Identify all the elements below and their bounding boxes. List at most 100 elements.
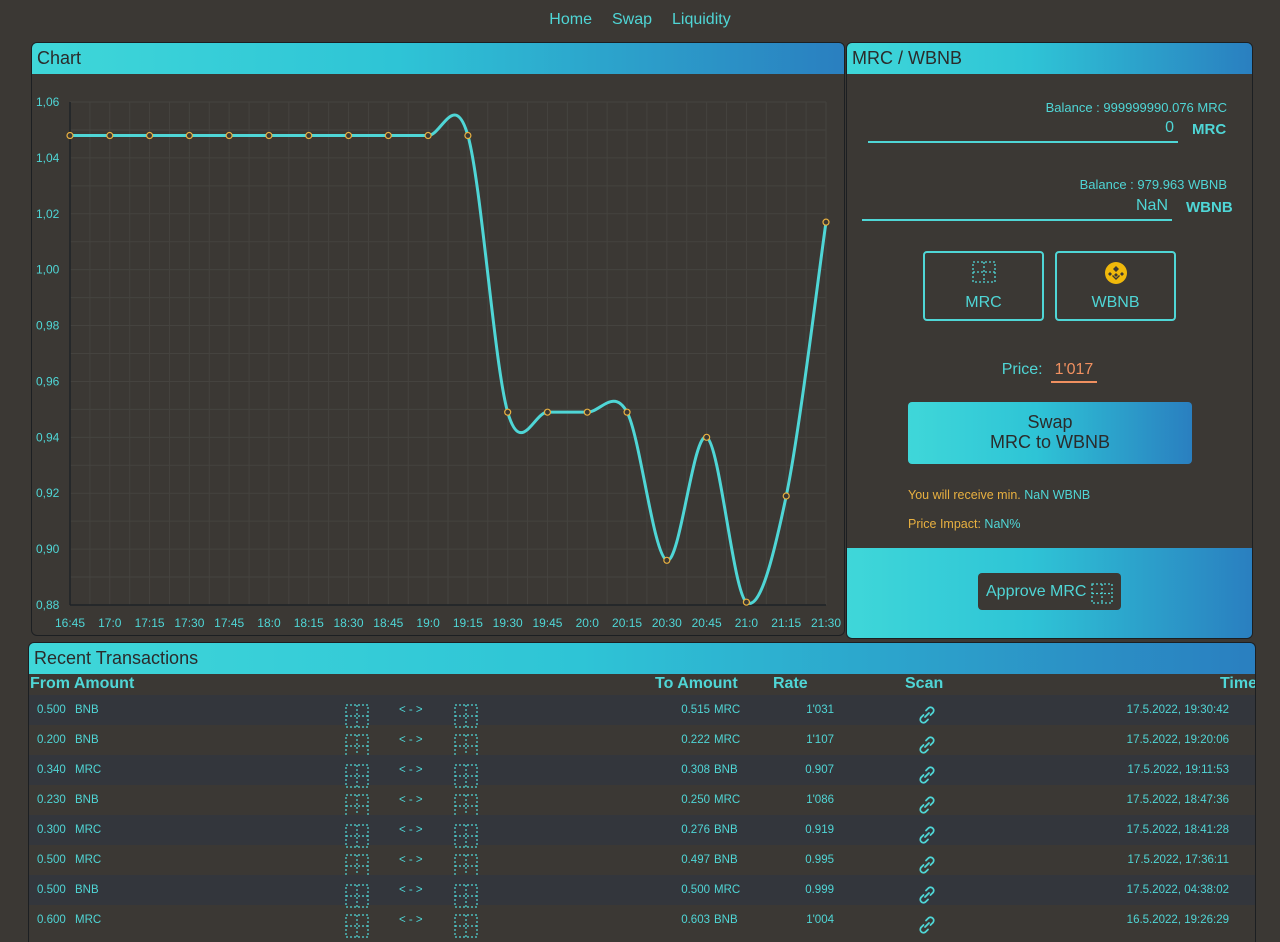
y-tick-label: 1,06 (36, 95, 60, 109)
wbnb-token-button[interactable]: WBNB (1055, 251, 1176, 321)
x-tick-label: 16:45 (55, 616, 85, 630)
tx-time: 17.5.2022, 04:38:02 (1126, 884, 1229, 896)
col-rate: Rate (773, 675, 808, 692)
price-data-point (305, 131, 313, 140)
x-tick-label: 20:15 (612, 616, 642, 630)
from-token: MRC (75, 854, 102, 866)
from-amount: 0.340 (37, 764, 66, 776)
rate-value: 0.999 (805, 884, 834, 896)
nav-swap-link[interactable]: Swap (612, 11, 652, 29)
price-data-point (265, 131, 273, 140)
swap-direction-arrow: < - > (399, 734, 423, 746)
to-amount: 0.250 (681, 794, 710, 806)
rate-value: 1'086 (806, 794, 834, 806)
transactions-title: Recent Transactions (29, 643, 1255, 674)
x-tick-label: 21:0 (735, 616, 759, 630)
y-tick-label: 0,96 (36, 374, 60, 388)
table-row: 0.230 BNB < - > 0.250 MRC 1'086 17.5.2022, 18:… (29, 785, 1255, 818)
swap-button-line1: Swap (1027, 412, 1073, 432)
from-token-label: MRC (1192, 121, 1227, 138)
to-amount: 0.603 (681, 914, 710, 926)
price-data-point (504, 408, 512, 416)
from-token: BNB (75, 794, 99, 806)
tx-time: 17.5.2022, 18:47:36 (1126, 794, 1229, 806)
table-row: 0.200 BNB < - > 0.222 MRC 1'107 17.5.2022, 19:… (29, 725, 1255, 758)
x-tick-label: 18:45 (373, 616, 403, 630)
from-amount-input[interactable]: 0 (868, 117, 1178, 143)
rate-value: 0.919 (805, 824, 834, 836)
swap-panel-title: MRC / WBNB (847, 43, 1252, 74)
price-data-point (344, 131, 353, 140)
x-tick-label: 21:30 (811, 616, 841, 630)
swap-direction-arrow: < - > (399, 824, 423, 836)
rate-value: 1'004 (806, 914, 834, 926)
y-tick-label: 0,90 (36, 542, 60, 556)
x-tick-label: 18:15 (294, 616, 324, 630)
to-token: BNB (714, 824, 738, 836)
rate-value: 1'107 (806, 734, 834, 746)
swap-direction-arrow: < - > (399, 794, 423, 806)
from-token: BNB (75, 884, 99, 896)
scan-link-icon[interactable] (917, 914, 937, 939)
price-data-point (185, 131, 193, 140)
swap-button[interactable]: Swap MRC to WBNB (908, 402, 1192, 464)
price-data-point (384, 131, 392, 140)
price-data-point (424, 131, 432, 140)
to-token: MRC (714, 704, 741, 716)
grid-icon (1091, 581, 1113, 618)
to-amount: 0.276 (681, 824, 710, 836)
price-data-point (623, 408, 631, 416)
x-tick-label: 19:0 (416, 616, 440, 630)
to-amount: 0.222 (681, 734, 710, 746)
to-token: MRC (714, 884, 741, 896)
price-row: Price: 1'017 (847, 361, 1252, 383)
tx-time: 16.5.2022, 19:26:29 (1126, 914, 1229, 926)
table-row: 0.300 MRC < - > 0.276 BNB 0.919 17.5.2022, 18:… (29, 815, 1255, 848)
from-amount: 0.300 (37, 824, 66, 836)
from-amount: 0.500 (37, 854, 66, 866)
min-receive-value: NaN WBNB (1024, 488, 1091, 502)
bnb-coin-icon (1104, 261, 1128, 290)
price-data-point (782, 492, 790, 500)
x-tick-label: 17:30 (174, 616, 204, 630)
swap-direction-arrow: < - > (399, 854, 423, 866)
x-tick-label: 19:30 (493, 616, 523, 630)
x-tick-label: 20:45 (692, 616, 722, 630)
table-row: 0.500 BNB < - > 0.500 MRC 0.999 17.5.2022, 04:… (29, 875, 1255, 908)
from-amount: 0.200 (37, 734, 66, 746)
mrc-token-button[interactable]: MRC (923, 251, 1044, 321)
from-token: BNB (75, 734, 99, 746)
col-time: Time (1219, 675, 1256, 692)
y-tick-label: 0,92 (36, 486, 60, 500)
to-token-grid-icon (454, 914, 478, 938)
approve-mrc-button[interactable]: Approve MRC (978, 573, 1121, 610)
tx-time: 17.5.2022, 19:30:42 (1126, 704, 1229, 716)
from-token: MRC (75, 914, 102, 926)
y-tick-label: 0,98 (36, 319, 60, 333)
from-token-grid-icon (345, 914, 369, 938)
to-amount: 0.500 (681, 884, 710, 896)
y-tick-label: 0,88 (36, 598, 60, 612)
x-tick-label: 18:30 (334, 616, 364, 630)
table-row: 0.500 MRC < - > 0.497 BNB 0.995 17.5.2022, 17:… (29, 845, 1255, 878)
from-amount: 0.500 (37, 884, 66, 896)
x-tick-label: 19:15 (453, 616, 483, 630)
price-data-point (543, 408, 552, 416)
to-token: BNB (714, 764, 738, 776)
to-amount-input[interactable]: NaN (862, 195, 1172, 221)
to-token: MRC (714, 794, 741, 806)
swap-direction-arrow: < - > (399, 704, 423, 716)
mrc-token-button-label: MRC (965, 294, 1002, 311)
x-tick-label: 20:30 (652, 616, 682, 630)
y-tick-label: 1,04 (36, 151, 60, 165)
nav-liquidity-link[interactable]: Liquidity (672, 11, 731, 29)
swap-direction-arrow: < - > (399, 884, 423, 896)
nav-home-link[interactable]: Home (549, 11, 592, 29)
table-row: 0.600 MRC < - > 0.603 BNB 1'004 16.5.2022, 19:… (29, 905, 1255, 938)
swap-panel: MRC / WBNB Balance : 999999990.076 MRC 0… (846, 42, 1253, 639)
to-token: BNB (714, 854, 738, 866)
y-tick-label: 1,00 (36, 263, 60, 277)
price-data-point (66, 131, 74, 140)
price-data-point (106, 131, 114, 140)
min-receive-label: You will receive min. (908, 488, 1025, 502)
